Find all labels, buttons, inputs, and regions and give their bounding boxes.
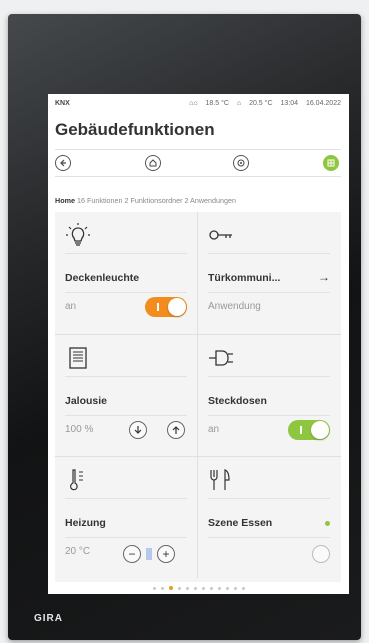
scene-status-dot [325, 521, 330, 526]
tile-label: Deckenleuchte [65, 272, 140, 284]
display-screen: KNX ⌂⌂ 18.5 °C ⌂ 20.5 °C 13:04 16.04.202… [48, 94, 349, 594]
open-arrow-icon[interactable]: → [318, 270, 330, 284]
function-grid: Deckenleuchte an Türkommuni... → Anwendu… [55, 212, 341, 582]
breadcrumb: Home 16 Funktionen 2 Funktionsordner 2 A… [55, 196, 236, 205]
page-dot[interactable] [209, 586, 213, 590]
socket-toggle[interactable] [288, 420, 330, 440]
toggle-knob [168, 298, 186, 316]
temp-minus-button[interactable]: − [123, 545, 141, 563]
status-info: ⌂⌂ 18.5 °C ⌂ 20.5 °C 13:04 16.04.2022 [183, 100, 341, 107]
device-frame: KNX ⌂⌂ 18.5 °C ⌂ 20.5 °C 13:04 16.04.202… [8, 14, 361, 640]
knx-label: KNX [55, 100, 70, 107]
cutlery-icon [210, 469, 230, 490]
tile-separator [65, 415, 187, 416]
temp-scale-icon [146, 548, 152, 560]
tile-separator [208, 376, 330, 377]
tile-status: an [208, 424, 220, 435]
tile-separator [65, 253, 187, 254]
grid-icon [327, 159, 335, 167]
navigation-bar [55, 149, 341, 177]
scene-activate-button[interactable] [312, 545, 330, 563]
breadcrumb-info: 16 Funktionen 2 Funktionsordner 2 Anwend… [76, 196, 237, 205]
page-dot[interactable] [241, 586, 245, 590]
tile-status: 20 °C [65, 546, 91, 557]
settings-icon [237, 159, 245, 167]
page-dot[interactable] [185, 586, 189, 590]
arrow-down-icon [134, 426, 142, 434]
thermometer-icon [70, 469, 83, 491]
page-dot[interactable] [225, 586, 229, 590]
inside-temp: ⌂ 20.5 °C [236, 100, 273, 107]
date: 16.04.2022 [305, 100, 341, 107]
status-bar: KNX ⌂⌂ 18.5 °C ⌂ 20.5 °C 13:04 16.04.202… [48, 100, 349, 112]
back-button[interactable] [55, 155, 71, 171]
grid-button[interactable] [323, 155, 339, 171]
tile-heizung[interactable]: Heizung 20 °C − + [55, 457, 197, 579]
page-dot[interactable] [152, 586, 156, 590]
tile-deckenleuchte[interactable]: Deckenleuchte an [55, 212, 197, 334]
toggle-knob [311, 421, 329, 439]
tile-separator [65, 498, 187, 499]
brand-logo: GIRA [34, 613, 63, 624]
page-dot[interactable] [201, 586, 205, 590]
page-indicator[interactable] [48, 584, 349, 592]
tile-label: Türkommuni... [208, 272, 281, 284]
tile-separator [208, 498, 330, 499]
home-button[interactable] [145, 155, 161, 171]
page-dot[interactable] [217, 586, 221, 590]
page-dot[interactable] [160, 586, 164, 590]
tile-label: Szene Essen [208, 517, 273, 529]
page-dot[interactable] [233, 586, 237, 590]
blind-down-button[interactable] [129, 421, 147, 439]
plug-icon [209, 350, 233, 366]
page-dot[interactable] [177, 586, 181, 590]
toggle-bar [300, 426, 302, 434]
tile-separator [208, 253, 330, 254]
outside-temp: ⌂⌂ 18.5 °C [189, 100, 229, 107]
tile-tuerkommunikation[interactable]: Türkommuni... → Anwendung [198, 212, 340, 334]
tile-separator [208, 415, 330, 416]
tile-separator [208, 537, 330, 538]
bulb-icon [66, 223, 90, 246]
tile-label: Jalousie [65, 395, 108, 407]
tile-jalousie[interactable]: Jalousie 100 % [55, 335, 197, 457]
page-dot[interactable] [168, 586, 173, 590]
back-icon [60, 159, 66, 167]
tile-label: Heizung [65, 517, 106, 529]
arrow-up-icon [172, 426, 180, 434]
temp-plus-button[interactable]: + [157, 545, 175, 563]
tile-separator [65, 537, 187, 538]
tile-separator [208, 292, 330, 293]
home-icon [149, 159, 157, 167]
tile-szene-essen[interactable]: Szene Essen [198, 457, 340, 579]
blind-icon [69, 347, 87, 369]
page-dot[interactable] [193, 586, 197, 590]
tile-label: Steckdosen [208, 395, 267, 407]
tile-status: an [65, 301, 77, 312]
tile-steckdosen[interactable]: Steckdosen an [198, 335, 340, 457]
breadcrumb-home[interactable]: Home [55, 196, 75, 205]
tile-separator [65, 376, 187, 377]
page-title: Gebäudefunktionen [55, 120, 215, 139]
tile-separator [65, 292, 187, 293]
clock: 13:04 [280, 100, 298, 107]
tile-status: 100 % [65, 424, 94, 435]
tile-status: Anwendung [208, 301, 261, 312]
light-toggle[interactable] [145, 297, 187, 317]
toggle-bar [157, 303, 159, 311]
key-icon [209, 230, 232, 240]
settings-button[interactable] [233, 155, 249, 171]
blind-up-button[interactable] [167, 421, 185, 439]
